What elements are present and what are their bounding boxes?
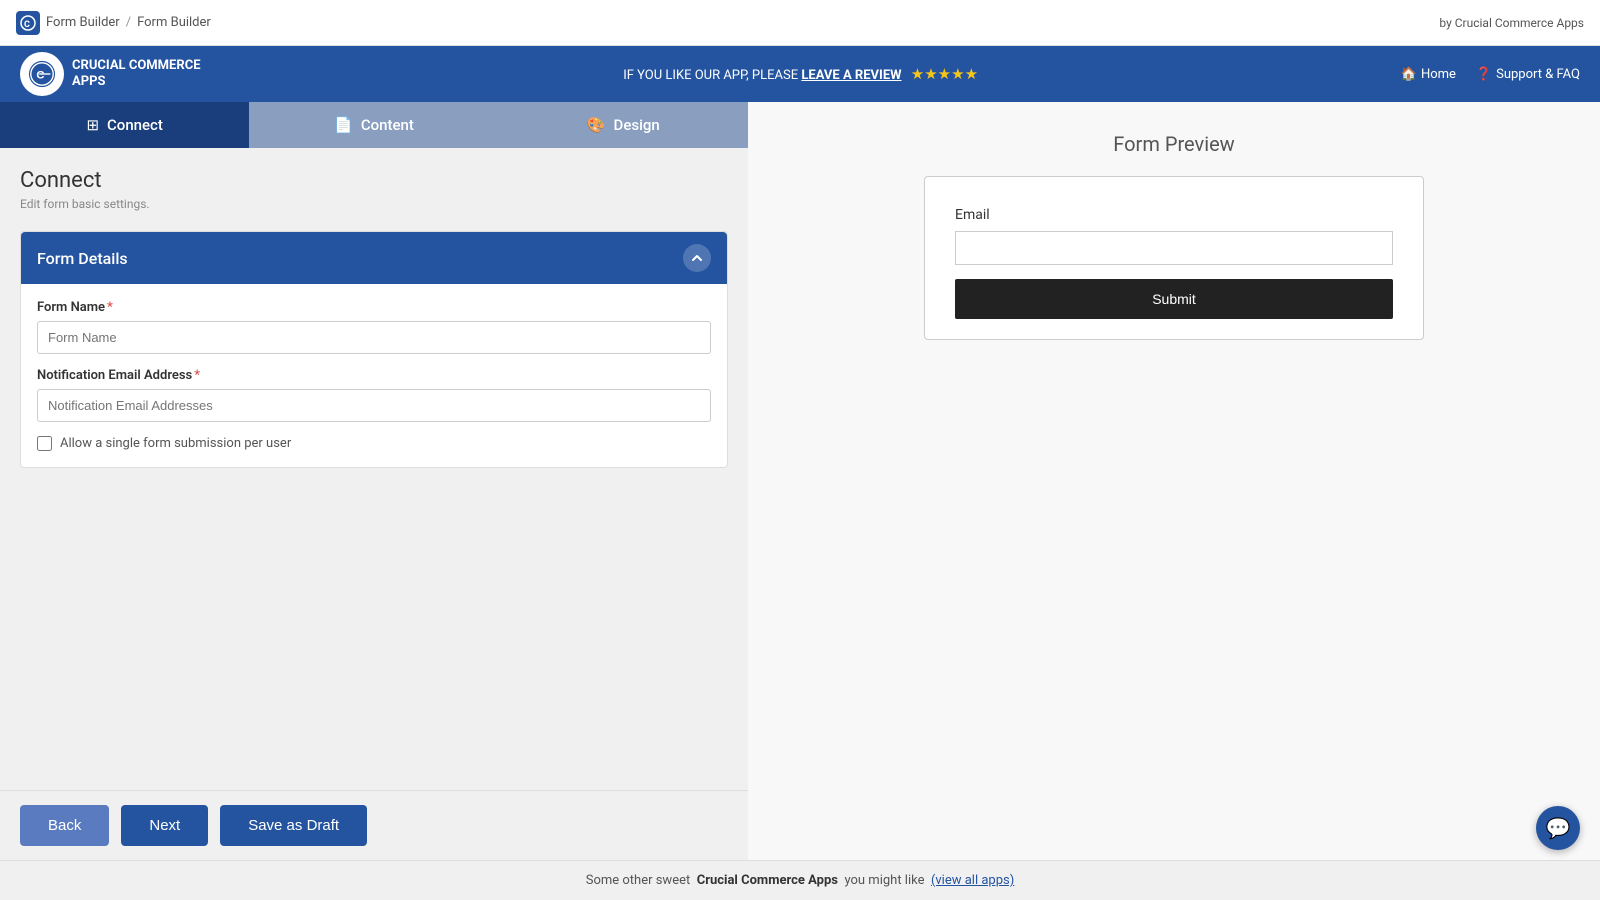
chat-bubble[interactable]: 💬 bbox=[1536, 806, 1580, 850]
notification-email-label: Notification Email Address* bbox=[37, 368, 711, 383]
card-body: Form Name* Notification Email Address* bbox=[21, 284, 727, 467]
breadcrumb-separator: / bbox=[126, 15, 131, 30]
support-icon: ❓ bbox=[1476, 67, 1492, 82]
left-panel: ⊞ Connect 📄 Content 🎨 Design Connect Edi… bbox=[0, 102, 748, 860]
footer-brand: Crucial Commerce Apps bbox=[697, 873, 838, 888]
top-bar: C Form Builder / Form Builder by Crucial… bbox=[0, 0, 1600, 46]
nav-logo-icon: C bbox=[20, 52, 64, 96]
nav-bar: C CRUCIAL COMMERCE APPS IF YOU LIKE OUR … bbox=[0, 46, 1600, 102]
main-layout: ⊞ Connect 📄 Content 🎨 Design Connect Edi… bbox=[0, 102, 1600, 860]
home-icon: 🏠 bbox=[1401, 67, 1417, 82]
collapse-button[interactable] bbox=[683, 244, 711, 272]
back-button[interactable]: Back bbox=[20, 805, 109, 846]
svg-text:C: C bbox=[24, 20, 30, 30]
layers-icon: ⊞ bbox=[86, 116, 99, 134]
leave-review-link[interactable]: LEAVE A REVIEW bbox=[801, 68, 901, 83]
nav-promo: IF YOU LIKE OUR APP, PLEASE LEAVE A REVI… bbox=[623, 65, 978, 83]
nav-links: 🏠 Home ❓ Support & FAQ bbox=[1401, 67, 1580, 82]
notification-email-group: Notification Email Address* bbox=[37, 368, 711, 422]
preview-email-input[interactable] bbox=[955, 231, 1393, 265]
chat-icon: 💬 bbox=[1546, 816, 1571, 840]
file-icon: 📄 bbox=[334, 116, 353, 134]
section-subtitle: Edit form basic settings. bbox=[20, 197, 728, 211]
svg-text:C: C bbox=[36, 70, 44, 82]
footer-text-suffix: you might like bbox=[844, 873, 924, 888]
support-link[interactable]: ❓ Support & FAQ bbox=[1476, 67, 1580, 82]
preview-title: Form Preview bbox=[1113, 132, 1234, 156]
footer-text-prefix: Some other sweet bbox=[586, 873, 691, 888]
breadcrumb: C Form Builder / Form Builder bbox=[16, 11, 211, 35]
breadcrumb-item1[interactable]: Form Builder bbox=[46, 15, 120, 30]
tab-content[interactable]: 📄 Content bbox=[249, 102, 498, 148]
notification-email-input[interactable] bbox=[37, 389, 711, 422]
form-name-group: Form Name* bbox=[37, 300, 711, 354]
save-draft-button[interactable]: Save as Draft bbox=[220, 805, 367, 846]
app-logo-small: C bbox=[16, 11, 40, 35]
preview-email-label: Email bbox=[955, 207, 1393, 223]
single-submission-checkbox[interactable] bbox=[37, 436, 52, 451]
tab-design[interactable]: 🎨 Design bbox=[499, 102, 748, 148]
nav-logo-text: CRUCIAL COMMERCE APPS bbox=[72, 58, 201, 89]
star-rating: ★★★★★ bbox=[911, 65, 978, 83]
tabs-bar: ⊞ Connect 📄 Content 🎨 Design bbox=[0, 102, 748, 148]
section-title: Connect bbox=[20, 168, 728, 193]
home-link[interactable]: 🏠 Home bbox=[1401, 67, 1456, 82]
breadcrumb-item2: Form Builder bbox=[137, 15, 211, 30]
next-button[interactable]: Next bbox=[121, 805, 208, 846]
form-preview-box: Email Submit bbox=[924, 176, 1424, 340]
form-details-card: Form Details Form Name* bbox=[20, 231, 728, 468]
view-all-apps-link[interactable]: (view all apps) bbox=[931, 873, 1014, 888]
nav-logo: C CRUCIAL COMMERCE APPS bbox=[20, 52, 201, 96]
card-header-title: Form Details bbox=[37, 249, 128, 268]
bottom-bar: Back Next Save as Draft bbox=[0, 790, 748, 860]
single-submission-row: Allow a single form submission per user bbox=[37, 436, 711, 451]
single-submission-label: Allow a single form submission per user bbox=[60, 436, 291, 451]
footer-bar: Some other sweet Crucial Commerce Apps y… bbox=[0, 860, 1600, 900]
form-name-label: Form Name* bbox=[37, 300, 711, 315]
by-label: by Crucial Commerce Apps bbox=[1439, 16, 1584, 30]
brush-icon: 🎨 bbox=[587, 116, 606, 134]
preview-submit-button[interactable]: Submit bbox=[955, 279, 1393, 319]
card-header: Form Details bbox=[21, 232, 727, 284]
form-name-input[interactable] bbox=[37, 321, 711, 354]
content-area: Connect Edit form basic settings. Form D… bbox=[0, 148, 748, 790]
tab-connect[interactable]: ⊞ Connect bbox=[0, 102, 249, 148]
right-panel: Form Preview Email Submit bbox=[748, 102, 1600, 860]
